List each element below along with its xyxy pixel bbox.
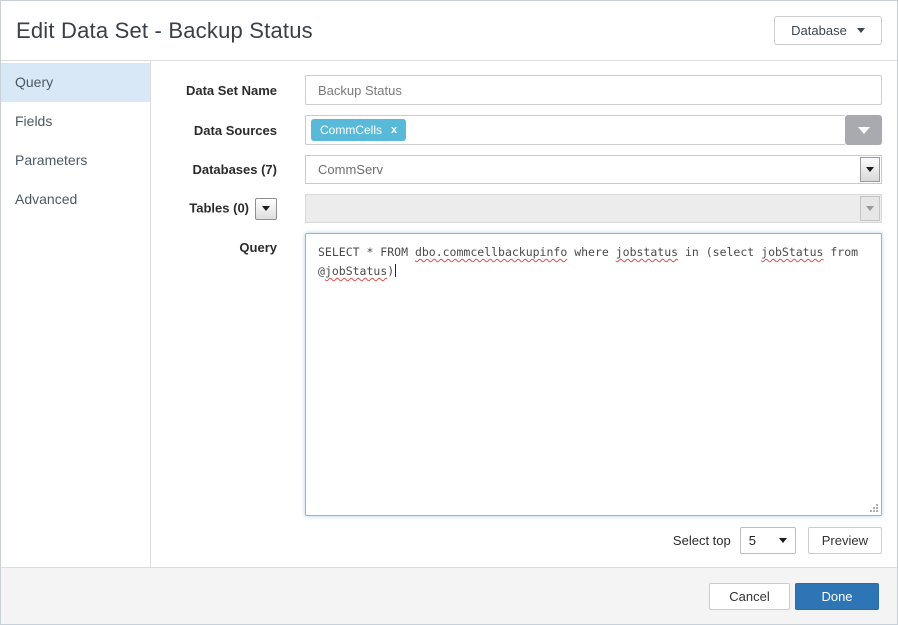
data-sources-field[interactable]: CommCells x	[305, 115, 882, 145]
data-set-name-label: Data Set Name	[151, 83, 277, 98]
query-label: Query	[151, 240, 277, 255]
page-title: Edit Data Set - Backup Status	[16, 18, 313, 44]
query-line: SELECT * FROM dbo.commcellbackupinfo whe…	[318, 243, 869, 262]
sidebar-item-fields[interactable]: Fields	[1, 102, 150, 141]
data-set-name-input[interactable]	[305, 75, 882, 105]
databases-row: Databases (7) CommServ	[151, 155, 882, 184]
select-top-dropdown[interactable]: 5	[740, 527, 796, 554]
query-text: from	[823, 245, 858, 259]
dialog-header: Edit Data Set - Backup Status Database	[1, 1, 897, 61]
misspelled-word: jobStatus	[761, 245, 823, 259]
tables-label-text: Tables (0)	[189, 200, 249, 215]
data-sources-dropdown-button[interactable]	[845, 115, 882, 145]
query-text: @	[318, 264, 325, 278]
dialog-body: QueryFieldsParametersAdvanced Data Set N…	[1, 61, 897, 567]
query-line: @jobStatus)	[318, 262, 869, 281]
chevron-down-icon	[779, 538, 787, 543]
data-sources-row: Data Sources CommCells x	[151, 115, 882, 145]
query-text: )	[387, 264, 394, 278]
preview-button[interactable]: Preview	[808, 527, 882, 554]
misspelled-word: dbo.commcellbackupinfo	[415, 245, 567, 259]
sidebar-item-query[interactable]: Query	[1, 63, 150, 102]
sidebar-item-advanced[interactable]: Advanced	[1, 180, 150, 219]
chevron-down-icon	[857, 28, 865, 33]
query-textarea[interactable]: SELECT * FROM dbo.commcellbackupinfo whe…	[305, 233, 882, 516]
misspelled-word: jobstatus	[616, 245, 678, 259]
misspelled-word: jobStatus	[325, 264, 387, 278]
database-dropdown-label: Database	[791, 23, 847, 38]
chevron-down-icon	[866, 206, 874, 211]
select-top-label: Select top	[673, 533, 731, 548]
query-text: in (select	[678, 245, 761, 259]
select-arrow-button[interactable]	[860, 157, 880, 182]
query-text: where	[567, 245, 615, 259]
database-dropdown-button[interactable]: Database	[774, 16, 882, 45]
remove-tag-icon[interactable]: x	[391, 124, 397, 136]
data-set-name-row: Data Set Name	[151, 75, 882, 105]
form-content: Data Set Name Data Sources CommCells x	[151, 61, 897, 567]
dialog-footer: Cancel Done	[1, 567, 897, 624]
databases-selected-value: CommServ	[318, 162, 383, 177]
data-sources-tag-field[interactable]: CommCells x	[305, 115, 845, 145]
select-arrow-button	[860, 196, 880, 221]
select-top-value: 5	[749, 533, 756, 548]
cancel-button[interactable]: Cancel	[709, 583, 790, 610]
chevron-down-icon	[866, 167, 874, 172]
tables-dropdown-button[interactable]	[255, 198, 277, 220]
query-text: SELECT * FROM	[318, 245, 415, 259]
tables-label: Tables (0)	[151, 198, 277, 220]
chevron-down-icon	[858, 127, 870, 134]
data-sources-label: Data Sources	[151, 123, 277, 138]
chevron-down-icon	[262, 206, 270, 211]
tables-row: Tables (0)	[151, 194, 882, 223]
data-source-tag: CommCells x	[311, 119, 406, 141]
data-source-tag-label: CommCells	[320, 123, 382, 137]
tables-select-disabled	[305, 194, 882, 223]
databases-label: Databases (7)	[151, 162, 277, 177]
text-cursor	[395, 264, 396, 277]
preview-bar: Select top 5 Preview	[151, 527, 882, 554]
query-row: Query SELECT * FROM dbo.commcellbackupin…	[151, 233, 882, 516]
databases-select[interactable]: CommServ	[305, 155, 882, 184]
done-button[interactable]: Done	[795, 583, 879, 610]
resize-grip-icon[interactable]	[869, 503, 879, 513]
sidebar-nav: QueryFieldsParametersAdvanced	[1, 61, 151, 567]
edit-dataset-dialog: Edit Data Set - Backup Status Database Q…	[0, 0, 898, 625]
sidebar-item-parameters[interactable]: Parameters	[1, 141, 150, 180]
